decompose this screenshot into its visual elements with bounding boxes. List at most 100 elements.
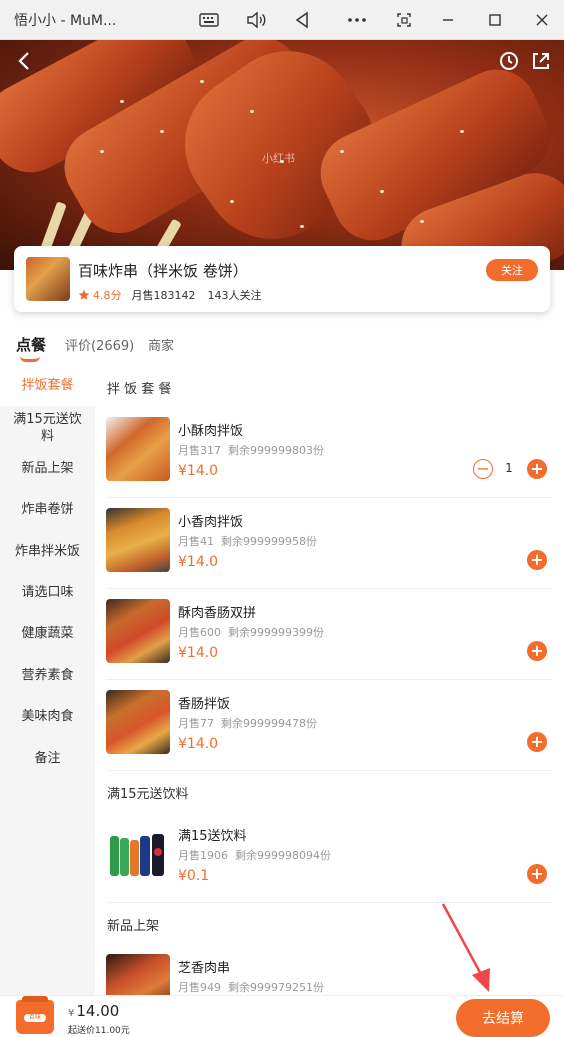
quantity-value: 1 xyxy=(505,461,513,475)
product-image xyxy=(106,508,170,572)
product-image xyxy=(106,822,170,886)
tab-reviews[interactable]: 评价(2669) xyxy=(65,335,134,354)
product-image xyxy=(106,690,170,754)
main-tabs: 点餐 评价(2669) 商家 xyxy=(0,326,564,366)
sidebar-item-skewer-rice[interactable]: 炸串拌米饭 xyxy=(0,543,95,560)
more-icon[interactable] xyxy=(345,8,369,32)
product-stock: 剩余999998094份 xyxy=(235,849,331,862)
sidebar-item-drink-promo[interactable]: 满15元送饮料 xyxy=(0,411,95,445)
product-name: 芝香肉串 xyxy=(178,961,231,976)
share-icon[interactable] xyxy=(530,50,552,72)
sidebar-item-flavor[interactable]: 请选口味 xyxy=(0,584,95,601)
product-image xyxy=(106,417,170,481)
cart-total-value: 14.00 xyxy=(76,1002,120,1020)
product-sales: 月售41 xyxy=(178,535,214,548)
tab-active-indicator xyxy=(20,356,40,362)
plus-icon: + xyxy=(530,550,544,569)
sidebar-item-rice-set[interactable]: 拌饭套餐 xyxy=(0,366,95,406)
back-triangle-icon[interactable] xyxy=(290,8,314,32)
product-price: ¥14.0 xyxy=(178,554,219,570)
shop-name: 百味炸串（拌米饭 卷饼） xyxy=(78,262,248,280)
keyboard-icon[interactable] xyxy=(197,8,221,32)
watermark-text: 小红书 xyxy=(262,152,295,165)
product-price: ¥14.0 xyxy=(178,463,219,479)
plus-icon: + xyxy=(530,864,544,883)
cart-bag-label: 百味 xyxy=(24,1014,46,1022)
product-stats: 月售317 剩余999999803份 xyxy=(178,442,324,458)
back-arrow-icon[interactable] xyxy=(14,50,36,72)
product-stats: 月售949 剩余999979251份 xyxy=(178,979,324,995)
product-stats: 月售1906 剩余999998094份 xyxy=(178,847,331,863)
window-titlebar: 悟小小 - MuM... xyxy=(0,0,564,40)
product-sales: 月售949 xyxy=(178,981,221,994)
cart-bar: 百味 ¥14.00 起送价11.00元 去结算 xyxy=(0,995,564,1037)
sidebar-item-vegetarian[interactable]: 营养素食 xyxy=(0,667,95,684)
add-to-cart-button[interactable]: + xyxy=(527,459,547,479)
product-name: 满15送饮料 xyxy=(178,829,247,844)
volume-icon[interactable] xyxy=(244,8,268,32)
product-stats: 月售600 剩余999999399份 xyxy=(178,624,324,640)
product-image xyxy=(106,599,170,663)
sidebar-item-new[interactable]: 新品上架 xyxy=(0,460,95,477)
tab-order[interactable]: 点餐 xyxy=(16,334,46,355)
product-stock: 剩余999999399份 xyxy=(228,626,324,639)
product-name: 小香肉拌饭 xyxy=(178,515,244,530)
follow-button[interactable]: 关注 xyxy=(486,259,538,281)
product-stock: 剩余999999958份 xyxy=(221,535,317,548)
shop-monthly-sales: 月售183142 xyxy=(131,289,196,302)
category-sidebar: 拌饭套餐 满15元送饮料 新品上架 炸串卷饼 炸串拌米饭 请选口味 健康蔬菜 营… xyxy=(0,366,95,996)
product-item[interactable]: 满15送饮料 月售1906 剩余999998094份 ¥0.1 + xyxy=(106,812,552,903)
add-to-cart-button[interactable]: + xyxy=(527,550,547,570)
product-item[interactable]: 香肠拌饭 月售77 剩余999999478份 ¥14.0 + xyxy=(106,680,552,771)
section-title-drink-promo: 满15元送饮料 xyxy=(107,787,189,802)
product-sales: 月售317 xyxy=(178,444,221,457)
favorite-icon[interactable] xyxy=(498,50,520,72)
sidebar-item-meat[interactable]: 美味肉食 xyxy=(0,708,95,725)
add-to-cart-button[interactable]: + xyxy=(527,641,547,661)
sidebar-item-skewer-wrap[interactable]: 炸串卷饼 xyxy=(0,501,95,518)
maximize-icon[interactable] xyxy=(483,8,507,32)
product-stock: 剩余999999478份 xyxy=(221,717,317,730)
product-item[interactable]: 小香肉拌饭 月售41 剩余999999958份 ¥14.0 + xyxy=(106,498,552,589)
product-list: 拌 饭 套 餐 小酥肉拌饭 月售317 剩余999999803份 ¥14.0 −… xyxy=(95,366,564,1018)
tab-merchant[interactable]: 商家 xyxy=(148,335,174,354)
plus-icon: + xyxy=(530,459,544,478)
shop-rating: 4.8分 xyxy=(78,287,122,303)
shop-banner-image: 小红书 xyxy=(0,40,564,270)
shop-info-card: 百味炸串（拌米饭 卷饼） 4.8分 月售183142 143人关注 关注 xyxy=(14,246,550,312)
shop-followers: 143人关注 xyxy=(207,289,262,302)
product-price: ¥14.0 xyxy=(178,736,219,752)
star-icon xyxy=(78,289,90,300)
sidebar-item-vegetables[interactable]: 健康蔬菜 xyxy=(0,625,95,642)
product-item[interactable]: 小酥肉拌饭 月售317 剩余999999803份 ¥14.0 − 1 + xyxy=(106,407,552,498)
product-name: 香肠拌饭 xyxy=(178,697,231,712)
add-to-cart-button[interactable]: + xyxy=(527,864,547,884)
close-icon[interactable] xyxy=(530,8,554,32)
section-title-new: 新品上架 xyxy=(107,919,160,934)
product-price: ¥14.0 xyxy=(178,645,219,661)
plus-icon: + xyxy=(530,732,544,751)
screen-icon[interactable] xyxy=(392,8,416,32)
product-item[interactable]: 酥肉香肠双拼 月售600 剩余999999399份 ¥14.0 + xyxy=(106,589,552,680)
checkout-button[interactable]: 去结算 xyxy=(456,999,550,1037)
decrease-quantity-button[interactable]: − xyxy=(473,459,493,479)
shop-meta: 4.8分 月售183142 143人关注 xyxy=(78,287,274,303)
shop-rating-value: 4.8分 xyxy=(93,289,122,302)
product-stats: 月售41 剩余999999958份 xyxy=(178,533,317,549)
add-to-cart-button[interactable]: + xyxy=(527,732,547,752)
cart-total: ¥14.00 xyxy=(68,1002,119,1020)
minimum-order-fee: 起送价11.00元 xyxy=(68,1026,130,1036)
product-sales: 月售77 xyxy=(178,717,214,730)
window-title: 悟小小 - MuM... xyxy=(14,12,117,29)
cart-bag-icon[interactable]: 百味 xyxy=(16,996,54,1034)
shop-logo xyxy=(26,257,70,301)
product-name: 小酥肉拌饭 xyxy=(178,424,244,439)
minimize-icon[interactable] xyxy=(436,8,460,32)
product-stats: 月售77 剩余999999478份 xyxy=(178,715,317,731)
product-price: ¥0.1 xyxy=(178,868,210,884)
product-stock: 剩余999979251份 xyxy=(228,981,324,994)
sidebar-item-notes[interactable]: 备注 xyxy=(0,750,95,767)
plus-icon: + xyxy=(530,641,544,660)
product-name: 酥肉香肠双拼 xyxy=(178,606,257,621)
product-sales: 月售600 xyxy=(178,626,221,639)
